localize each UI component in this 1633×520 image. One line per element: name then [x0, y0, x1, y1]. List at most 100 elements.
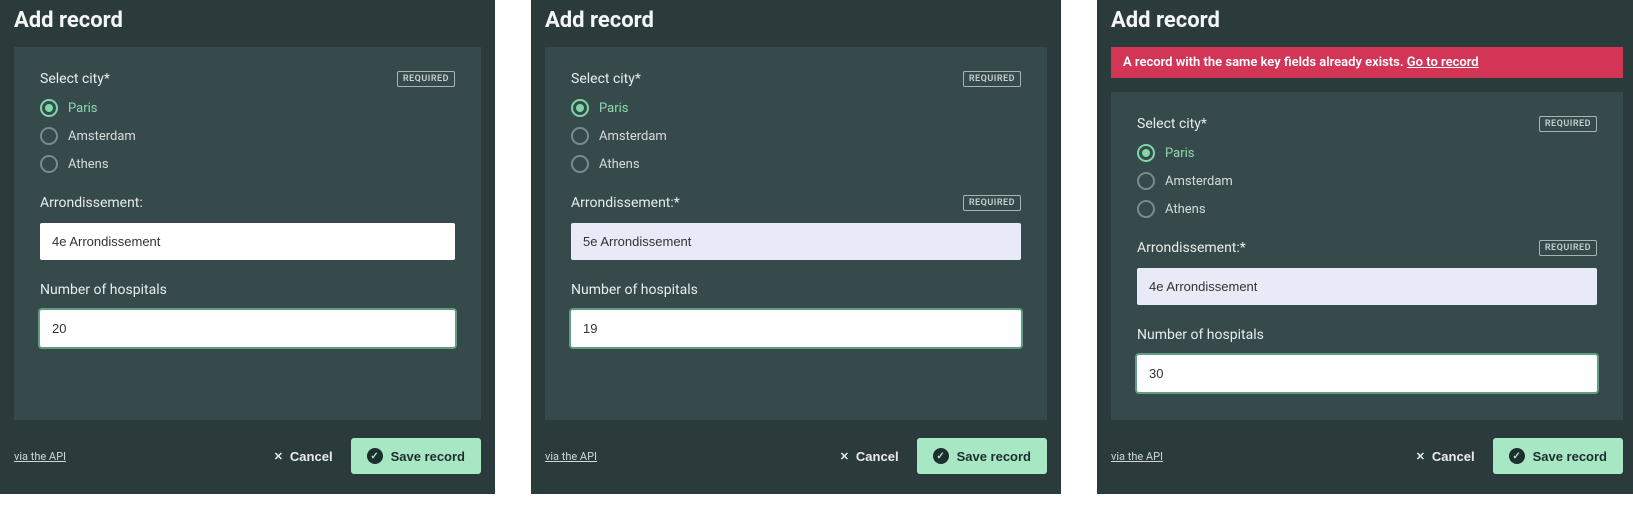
- radio-indicator-icon: [40, 127, 58, 145]
- save-label: Save record: [957, 449, 1031, 464]
- page-title: Add record: [1111, 8, 1623, 33]
- arrondissement-label: Arrondissement:: [40, 195, 143, 211]
- radio-indicator-icon: [1137, 144, 1155, 162]
- save-button[interactable]: ✓ Save record: [1493, 438, 1623, 474]
- radio-indicator-icon: [40, 99, 58, 117]
- page-title: Add record: [545, 8, 1047, 33]
- required-badge: REQUIRED: [397, 71, 455, 87]
- radio-athens[interactable]: Athens: [40, 155, 455, 173]
- save-button[interactable]: ✓ Save record: [351, 438, 481, 474]
- form-card: Select city* REQUIRED Paris Amsterdam At…: [545, 47, 1047, 420]
- radio-label: Athens: [68, 157, 109, 172]
- field-header: Arrondissement:* REQUIRED: [1137, 240, 1597, 256]
- field-city: Select city* REQUIRED Paris Amsterdam At…: [571, 71, 1021, 173]
- radio-amsterdam[interactable]: Amsterdam: [571, 127, 1021, 145]
- field-header: Arrondissement:* REQUIRED: [571, 195, 1021, 211]
- required-badge: REQUIRED: [1539, 240, 1597, 256]
- radio-paris[interactable]: Paris: [571, 99, 1021, 117]
- check-circle-icon: ✓: [1509, 448, 1525, 464]
- radio-label: Paris: [1165, 146, 1194, 161]
- cancel-button[interactable]: ✕ Cancel: [840, 449, 899, 464]
- hospitals-label: Number of hospitals: [571, 282, 698, 298]
- field-arrondissement: Arrondissement:* REQUIRED: [1137, 240, 1597, 305]
- field-header: Select city* REQUIRED: [1137, 116, 1597, 132]
- hospitals-input[interactable]: [1137, 355, 1597, 392]
- form-card: Select city* REQUIRED Paris Amsterdam At…: [14, 47, 481, 420]
- field-arrondissement: Arrondissement:: [40, 195, 455, 260]
- check-circle-icon: ✓: [367, 448, 383, 464]
- cancel-label: Cancel: [1432, 449, 1475, 464]
- footer-actions: ✕ Cancel ✓ Save record: [274, 438, 481, 474]
- field-header: Select city* REQUIRED: [571, 71, 1021, 87]
- field-header: Number of hospitals: [40, 282, 455, 298]
- radio-indicator-icon: [571, 155, 589, 173]
- close-icon: ✕: [1416, 450, 1425, 463]
- city-radio-group: Paris Amsterdam Athens: [40, 99, 455, 173]
- radio-label: Amsterdam: [68, 129, 136, 144]
- hospitals-label: Number of hospitals: [40, 282, 167, 298]
- field-hospitals: Number of hospitals: [1137, 327, 1597, 392]
- field-hospitals: Number of hospitals: [40, 282, 455, 347]
- field-header: Select city* REQUIRED: [40, 71, 455, 87]
- alert-text: A record with the same key fields alread…: [1123, 55, 1407, 70]
- hospitals-input[interactable]: [571, 310, 1021, 347]
- city-label: Select city*: [40, 71, 110, 87]
- hospitals-input[interactable]: [40, 310, 455, 347]
- add-record-panel: Add record Select city* REQUIRED Paris A…: [0, 0, 495, 494]
- field-city: Select city* REQUIRED Paris Amsterdam At…: [40, 71, 455, 173]
- arrondissement-input[interactable]: [1137, 268, 1597, 305]
- check-circle-icon: ✓: [933, 448, 949, 464]
- footer-actions: ✕ Cancel ✓ Save record: [840, 438, 1047, 474]
- radio-label: Paris: [599, 101, 628, 116]
- cancel-button[interactable]: ✕ Cancel: [274, 449, 333, 464]
- radio-indicator-icon: [40, 155, 58, 173]
- city-radio-group: Paris Amsterdam Athens: [571, 99, 1021, 173]
- radio-label: Paris: [68, 101, 97, 116]
- arrondissement-input[interactable]: [40, 223, 455, 260]
- close-icon: ✕: [274, 450, 283, 463]
- form-footer: via the API ✕ Cancel ✓ Save record: [14, 438, 481, 474]
- radio-indicator-icon: [1137, 200, 1155, 218]
- city-label: Select city*: [1137, 116, 1207, 132]
- arrondissement-label: Arrondissement:*: [1137, 240, 1246, 256]
- radio-paris[interactable]: Paris: [40, 99, 455, 117]
- save-label: Save record: [1533, 449, 1607, 464]
- field-header: Arrondissement:: [40, 195, 455, 211]
- required-badge: REQUIRED: [963, 195, 1021, 211]
- radio-indicator-icon: [1137, 172, 1155, 190]
- radio-indicator-icon: [571, 99, 589, 117]
- cancel-button[interactable]: ✕ Cancel: [1416, 449, 1475, 464]
- radio-athens[interactable]: Athens: [571, 155, 1021, 173]
- go-to-record-link[interactable]: Go to record: [1407, 55, 1479, 70]
- radio-amsterdam[interactable]: Amsterdam: [40, 127, 455, 145]
- api-link[interactable]: via the API: [545, 450, 597, 463]
- save-button[interactable]: ✓ Save record: [917, 438, 1047, 474]
- add-record-panel: Add record Select city* REQUIRED Paris A…: [531, 0, 1061, 494]
- city-radio-group: Paris Amsterdam Athens: [1137, 144, 1597, 218]
- close-icon: ✕: [840, 450, 849, 463]
- arrondissement-input[interactable]: [571, 223, 1021, 260]
- radio-amsterdam[interactable]: Amsterdam: [1137, 172, 1597, 190]
- arrondissement-label: Arrondissement:*: [571, 195, 680, 211]
- city-label: Select city*: [571, 71, 641, 87]
- form-footer: via the API ✕ Cancel ✓ Save record: [545, 438, 1047, 474]
- form-footer: via the API ✕ Cancel ✓ Save record: [1111, 438, 1623, 474]
- radio-label: Amsterdam: [599, 129, 667, 144]
- required-badge: REQUIRED: [963, 71, 1021, 87]
- api-link[interactable]: via the API: [1111, 450, 1163, 463]
- required-badge: REQUIRED: [1539, 116, 1597, 132]
- radio-athens[interactable]: Athens: [1137, 200, 1597, 218]
- radio-paris[interactable]: Paris: [1137, 144, 1597, 162]
- field-city: Select city* REQUIRED Paris Amsterdam At…: [1137, 116, 1597, 218]
- field-hospitals: Number of hospitals: [571, 282, 1021, 347]
- radio-label: Athens: [599, 157, 640, 172]
- field-header: Number of hospitals: [1137, 327, 1597, 343]
- radio-label: Athens: [1165, 202, 1206, 217]
- cancel-label: Cancel: [856, 449, 899, 464]
- cancel-label: Cancel: [290, 449, 333, 464]
- save-label: Save record: [391, 449, 465, 464]
- field-header: Number of hospitals: [571, 282, 1021, 298]
- page-title: Add record: [14, 8, 481, 33]
- field-arrondissement: Arrondissement:* REQUIRED: [571, 195, 1021, 260]
- api-link[interactable]: via the API: [14, 450, 66, 463]
